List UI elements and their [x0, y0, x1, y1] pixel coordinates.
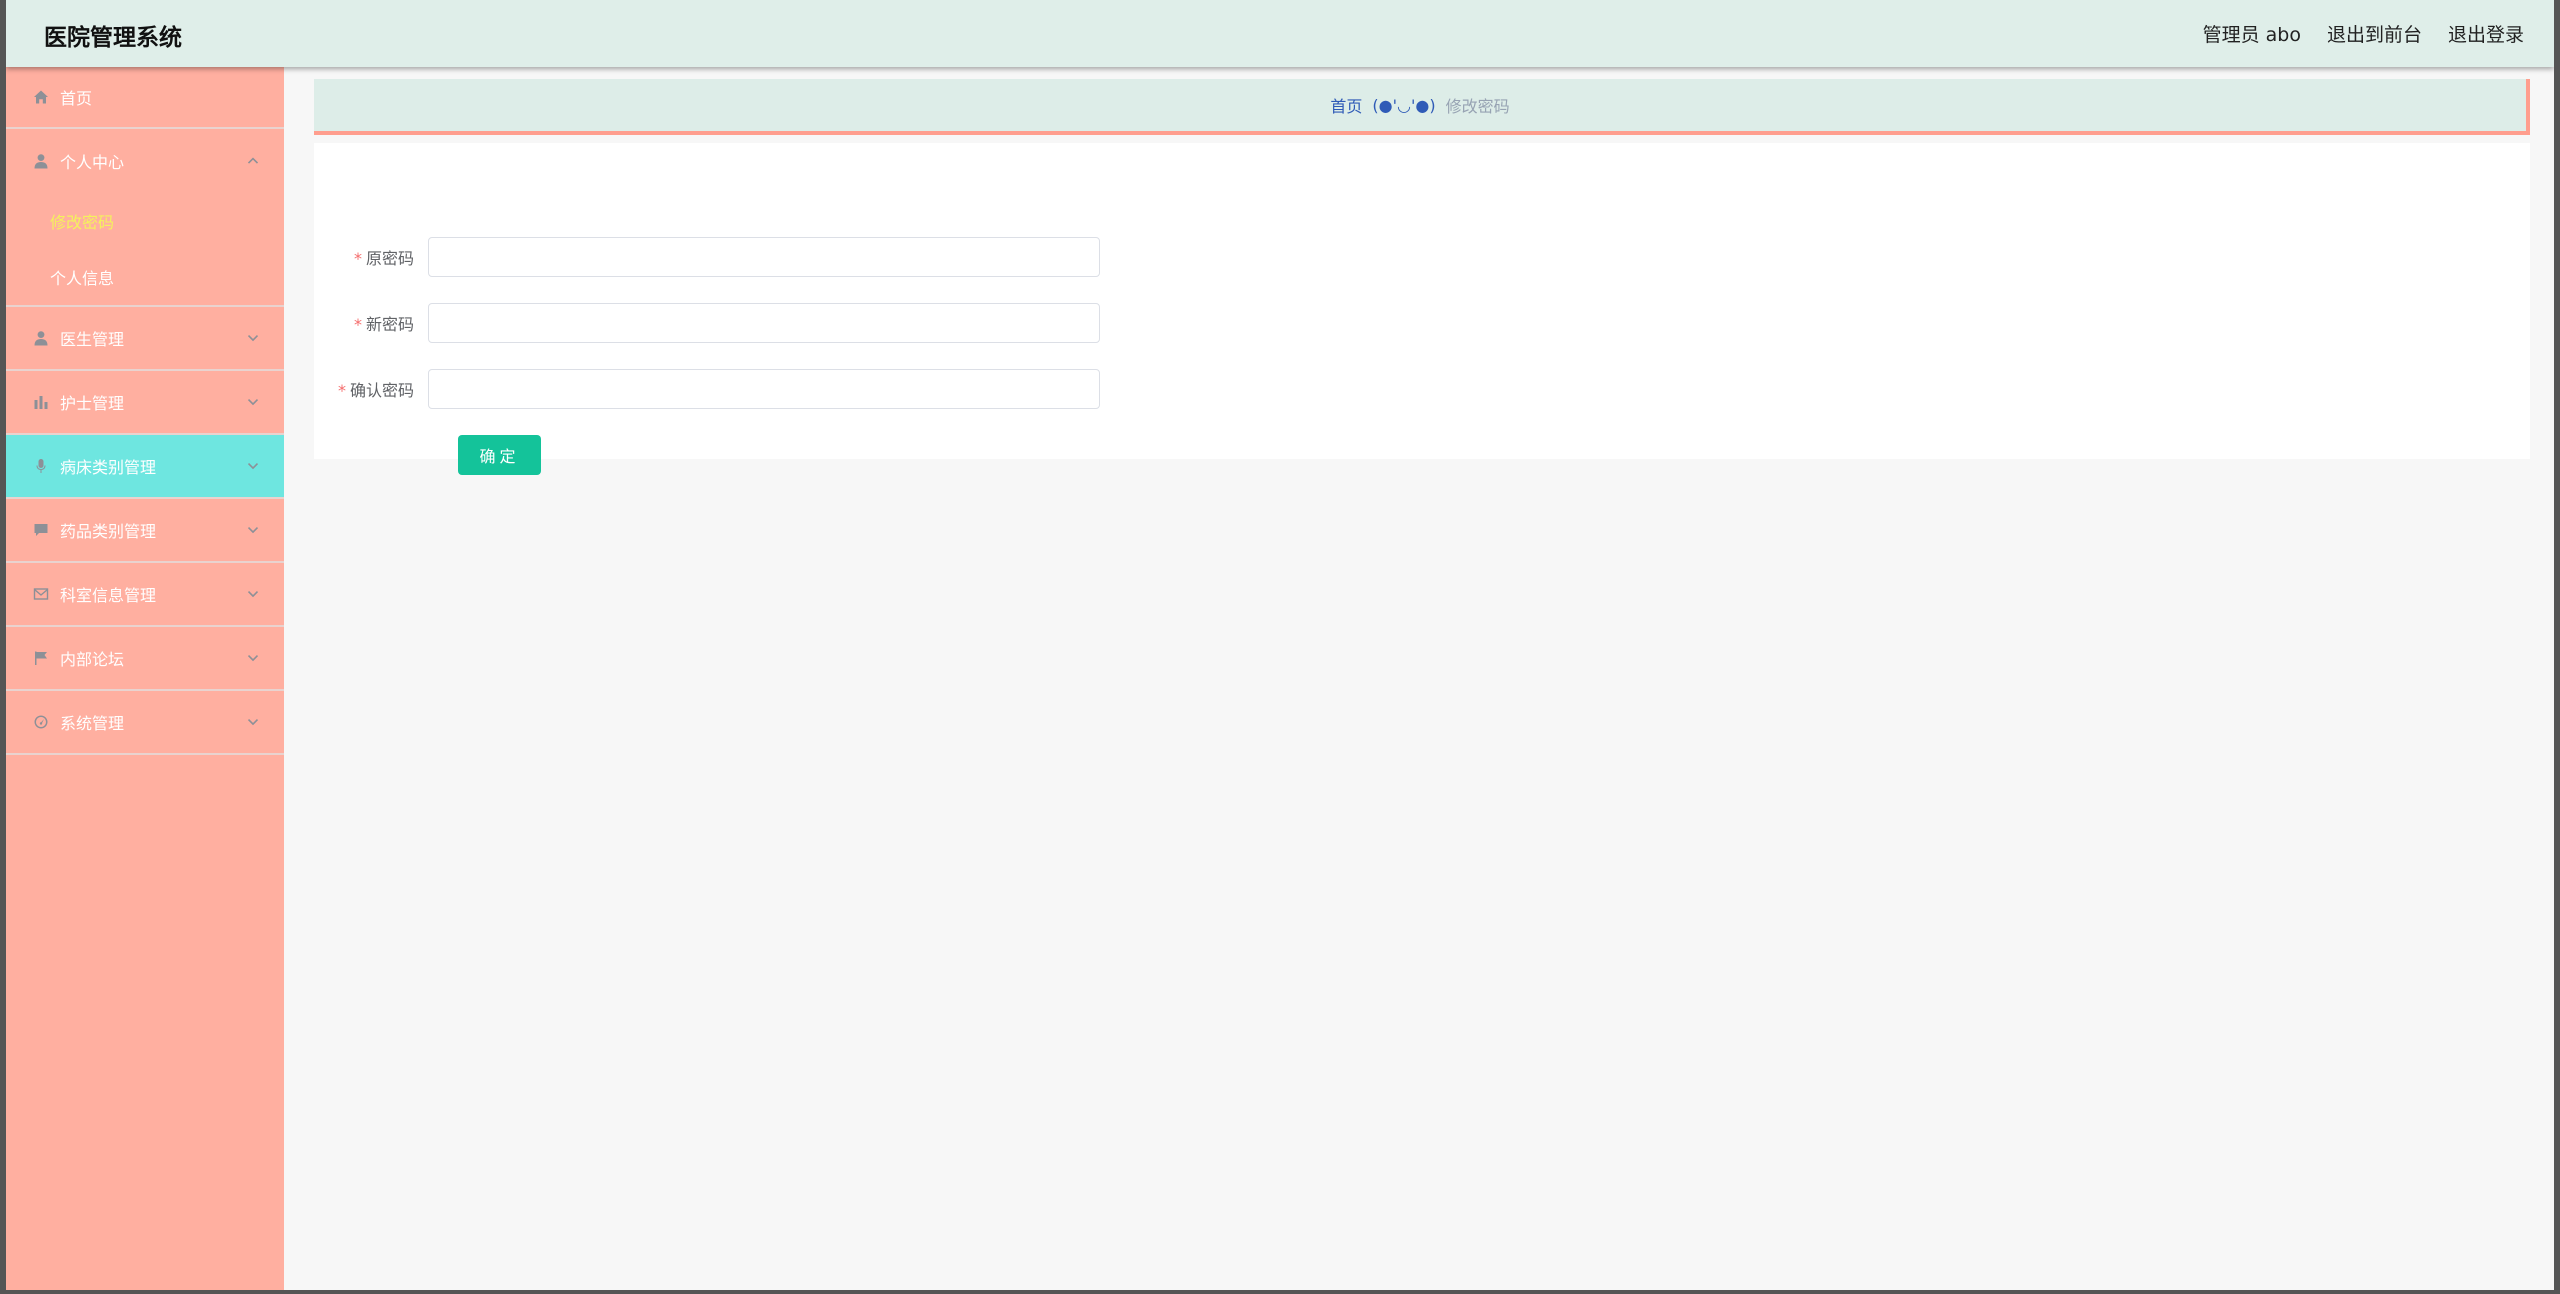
- sidebar-item-label: 系统管理: [60, 714, 125, 733]
- sidebar-item-label: 个人中心: [60, 153, 125, 172]
- personal-center-submenu: 修改密码 个人信息: [6, 193, 284, 307]
- chevron-down-icon: [246, 714, 260, 728]
- app-frame: 医院管理系统 管理员 abo 退出到前台 退出登录 首页 个人中心 修改密码 个…: [6, 0, 2554, 1290]
- app-title: 医院管理系统: [44, 25, 182, 51]
- sidebar-item-label: 内部论坛: [60, 650, 125, 669]
- confirm-password-label: * 确认密码: [337, 381, 414, 400]
- breadcrumb-home-link[interactable]: 首页: [1330, 93, 1362, 117]
- sidebar-item-department-info-management[interactable]: 科室信息管理: [6, 563, 284, 627]
- breadcrumb: 首页 (●'◡'●) 修改密码: [314, 79, 2530, 135]
- old-password-label: * 原密码: [353, 249, 414, 268]
- sidebar-item-nurse-management[interactable]: 护士管理: [6, 371, 284, 435]
- gauge-icon: [32, 713, 50, 731]
- chevron-down-icon: [246, 586, 260, 600]
- user-icon: [32, 152, 50, 170]
- sidebar-item-internal-forum[interactable]: 内部论坛: [6, 627, 284, 691]
- home-icon: [32, 88, 50, 106]
- old-password-input[interactable]: [428, 237, 1100, 277]
- sidebar-item-personal-center[interactable]: 个人中心: [6, 129, 284, 193]
- main-content: 首页 (●'◡'●) 修改密码 * 原密码 * 新密码 * 确认密码 确定: [284, 67, 2554, 1290]
- sidebar-item-label: 护士管理: [60, 394, 125, 413]
- sidebar-item-label: 药品类别管理: [60, 522, 157, 541]
- bar-chart-icon: [32, 393, 50, 411]
- sidebar: 首页 个人中心 修改密码 个人信息 医生管理 护士管理 病床类别管理 药品类别管…: [6, 67, 284, 1290]
- sidebar-item-label: 首页: [60, 89, 93, 108]
- current-user: 管理员 abo: [2202, 24, 2301, 46]
- header-actions: 管理员 abo 退出到前台 退出登录: [2203, 20, 2524, 47]
- confirm-button[interactable]: 确定: [458, 435, 541, 475]
- chevron-down-icon: [246, 330, 260, 344]
- sidebar-item-label: 病床类别管理: [60, 458, 157, 477]
- chevron-up-icon: [246, 153, 260, 167]
- confirm-password-row: * 确认密码: [314, 369, 1314, 409]
- logout-link[interactable]: 退出登录: [2448, 20, 2524, 47]
- sidebar-item-bed-category-management[interactable]: 病床类别管理: [6, 435, 284, 499]
- user-icon: [32, 329, 50, 347]
- chevron-down-icon: [246, 650, 260, 664]
- breadcrumb-current: 修改密码: [1445, 97, 1510, 116]
- confirm-password-input[interactable]: [428, 369, 1100, 409]
- exit-to-front-link[interactable]: 退出到前台: [2327, 20, 2422, 47]
- flag-icon: [32, 649, 50, 667]
- mail-icon: [32, 585, 50, 603]
- new-password-label: * 新密码: [353, 315, 414, 334]
- old-password-row: * 原密码: [314, 237, 1314, 277]
- chevron-down-icon: [246, 458, 260, 472]
- change-password-form: * 原密码 * 新密码 * 确认密码 确定: [314, 143, 2530, 475]
- sidebar-item-drug-category-management[interactable]: 药品类别管理: [6, 499, 284, 563]
- sidebar-item-label: 科室信息管理: [60, 586, 157, 605]
- chat-icon: [32, 521, 50, 539]
- top-header: 医院管理系统 管理员 abo 退出到前台 退出登录: [6, 0, 2554, 67]
- chevron-down-icon: [246, 394, 260, 408]
- sidebar-item-home[interactable]: 首页: [6, 67, 284, 129]
- microphone-icon: [32, 457, 50, 475]
- new-password-row: * 新密码: [314, 303, 1314, 343]
- sidebar-item-system-management[interactable]: 系统管理: [6, 691, 284, 755]
- sidebar-item-doctor-management[interactable]: 医生管理: [6, 307, 284, 371]
- submenu-item-personal-info[interactable]: 个人信息: [6, 249, 284, 305]
- new-password-input[interactable]: [428, 303, 1100, 343]
- sidebar-item-label: 医生管理: [60, 330, 125, 349]
- chevron-down-icon: [246, 522, 260, 536]
- submenu-item-change-password[interactable]: 修改密码: [6, 193, 284, 249]
- breadcrumb-separator: (●'◡'●): [1372, 95, 1436, 115]
